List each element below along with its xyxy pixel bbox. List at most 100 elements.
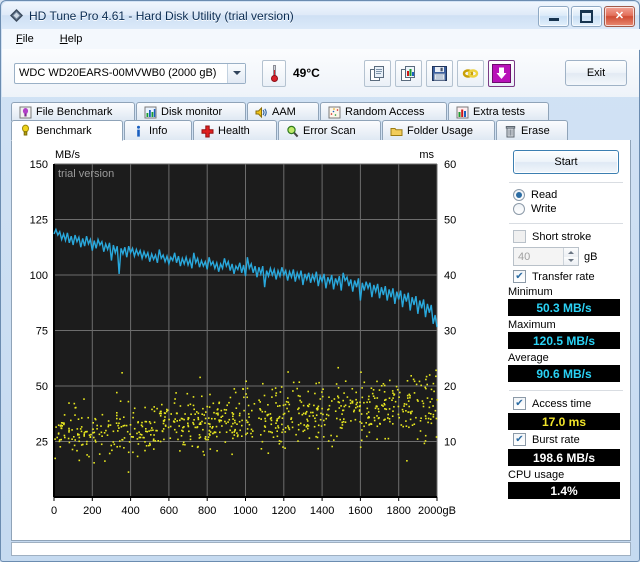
temperature-value: 49°C: [293, 66, 320, 80]
tab-label: Health: [218, 125, 250, 137]
minimize-button[interactable]: [538, 6, 569, 27]
close-icon: ✕: [614, 10, 625, 22]
divider: [509, 390, 623, 391]
tab-disk-monitor[interactable]: Disk monitor: [136, 102, 246, 121]
svg-text:125: 125: [30, 215, 48, 227]
svg-text:1600: 1600: [348, 505, 372, 517]
maximum-value: 120.5 MB/s: [508, 332, 620, 349]
tab-extra-tests[interactable]: Extra tests: [448, 102, 549, 121]
tab-health[interactable]: Health: [193, 120, 277, 141]
tab-label: Extra tests: [473, 106, 525, 118]
tab-file-benchmark[interactable]: File Benchmark: [11, 102, 135, 121]
drive-select-value: WDC WD20EARS-00MVWB0 (2000 gB): [19, 67, 217, 79]
benchmark-chart: trial version MB/s ms 25 50 75 100 125 150 10 20 30…: [16, 144, 501, 536]
tab-label: Random Access: [345, 106, 425, 118]
tab-benchmark[interactable]: Benchmark: [11, 120, 123, 141]
menu-item-file[interactable]: FFileile: [12, 31, 38, 47]
cpu-usage-label: CPU usage: [508, 469, 565, 481]
checkbox-transfer-rate-icon: ✔: [513, 270, 526, 283]
checkbox-burst-rate[interactable]: ✔ Burst rate: [513, 433, 625, 446]
tab-label: File Benchmark: [36, 106, 113, 118]
svg-text:20: 20: [444, 381, 456, 393]
minimize-icon: [548, 18, 559, 21]
content-panel: trial version MB/s ms 25 50 75 100 125 150 10 20 30…: [11, 140, 631, 541]
minimum-label: Minimum: [508, 286, 553, 298]
svg-text:0: 0: [51, 505, 57, 517]
tab-row-top: File Benchmark Disk monitor AAM Random A…: [11, 101, 631, 121]
tab-error-scan[interactable]: Error Scan: [278, 120, 381, 141]
maximize-icon: [580, 10, 593, 23]
checkbox-short-stroke[interactable]: Short stroke: [513, 230, 625, 243]
chevron-down-icon[interactable]: [227, 63, 245, 83]
checkbox-access-time-icon: ✔: [513, 397, 526, 410]
radio-read-label: Read: [531, 189, 558, 201]
short-stroke-value: 40: [518, 250, 531, 263]
radio-read-icon: [513, 189, 525, 201]
exit-button[interactable]: Exit: [565, 60, 627, 86]
tab-label: AAM: [272, 106, 296, 118]
tab-aam[interactable]: AAM: [247, 102, 319, 121]
stepper-down-icon[interactable]: [564, 256, 578, 265]
checkbox-transfer-rate-label: Transfer rate: [532, 270, 595, 283]
tab-label: Folder Usage: [407, 125, 474, 137]
bulb-purple-icon: [19, 106, 32, 119]
tab-row-bottom: Benchmark Info Health Error Scan Folder …: [11, 120, 631, 141]
magnifier-icon: [286, 125, 299, 138]
copy-icon: [369, 65, 384, 81]
svg-text:1000: 1000: [233, 505, 257, 517]
checkbox-short-stroke-label: Short stroke: [532, 230, 592, 243]
access-time-value: 17.0 ms: [508, 413, 620, 430]
tab-random-access[interactable]: Random Access: [320, 102, 447, 121]
radio-write[interactable]: Write: [513, 203, 625, 215]
checkbox-access-time[interactable]: ✔ Access time: [513, 397, 625, 410]
app-icon: [9, 8, 24, 23]
benchmark-sidebar: Start Read Write Short stroke 40 gB ✔ Tr…: [507, 146, 625, 501]
speaker-icon: [255, 106, 268, 119]
tab-label: Disk monitor: [161, 106, 223, 118]
divider: [509, 182, 623, 183]
link-button[interactable]: [456, 59, 484, 87]
radio-write-icon: [513, 203, 525, 215]
svg-text:50: 50: [36, 381, 48, 393]
toolbar-buttons: [363, 59, 515, 87]
temperature-button[interactable]: [262, 59, 286, 87]
save-button[interactable]: [425, 59, 453, 87]
tab-folder-usage[interactable]: Folder Usage: [382, 120, 495, 141]
svg-text:1400: 1400: [310, 505, 334, 517]
short-stroke-stepper[interactable]: 40: [513, 247, 579, 266]
stepper-up-icon[interactable]: [564, 248, 578, 257]
svg-text:2000gB: 2000gB: [418, 505, 456, 517]
radio-read[interactable]: Read: [513, 189, 625, 201]
tab-erase[interactable]: Erase: [496, 120, 568, 141]
maximize-button[interactable]: [571, 6, 602, 27]
checkbox-short-stroke-icon: [513, 230, 526, 243]
svg-text:30: 30: [444, 326, 456, 338]
status-bar: [11, 542, 631, 556]
maximum-label: Maximum: [508, 319, 556, 331]
menu-item-help[interactable]: Help: [56, 31, 87, 47]
checkbox-burst-rate-label: Burst rate: [532, 433, 580, 446]
radio-write-label: Write: [531, 203, 557, 215]
divider: [509, 223, 623, 224]
folder-icon: [390, 125, 403, 138]
checkbox-access-time-label: Access time: [532, 397, 592, 410]
thermometer-icon: [270, 64, 278, 82]
start-button[interactable]: Start: [513, 150, 619, 174]
tab-info[interactable]: Info: [124, 120, 192, 141]
copy-button[interactable]: [363, 59, 391, 87]
drive-select[interactable]: WDC WD20EARS-00MVWB0 (2000 gB): [14, 62, 246, 84]
checkbox-transfer-rate[interactable]: ✔ Transfer rate: [513, 270, 625, 283]
app-window: HD Tune Pro 4.61 - Hard Disk Utility (tr…: [0, 0, 640, 562]
svg-text:800: 800: [198, 505, 216, 517]
tab-label: Info: [149, 125, 168, 137]
download-button[interactable]: [487, 59, 515, 87]
tab-label: Benchmark: [36, 124, 92, 137]
chain-link-icon: [462, 68, 479, 78]
svg-text:trial version: trial version: [58, 168, 114, 180]
svg-text:50: 50: [444, 215, 456, 227]
short-stroke-unit: gB: [584, 250, 598, 263]
copy-image-button[interactable]: [394, 59, 422, 87]
svg-text:150: 150: [30, 159, 48, 171]
close-button[interactable]: ✕: [604, 6, 635, 27]
svg-text:75: 75: [36, 326, 48, 338]
